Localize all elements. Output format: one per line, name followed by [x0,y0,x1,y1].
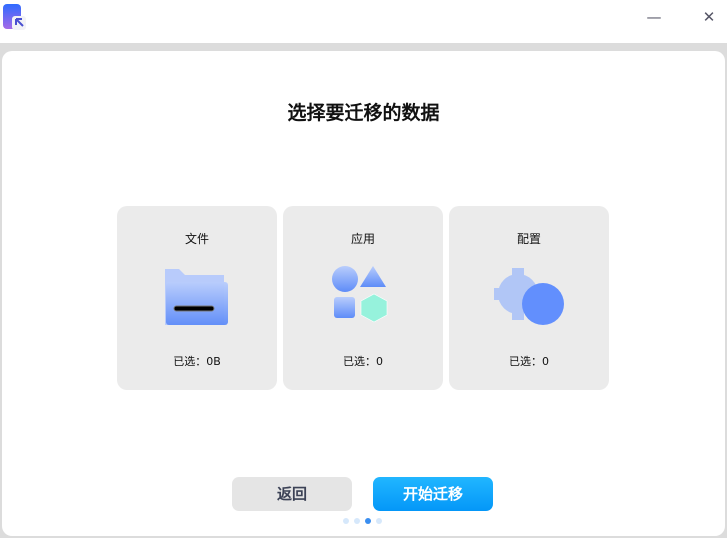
title-bar: — ✕ [0,0,727,43]
folder-icon [165,269,228,325]
page-dot-active [365,518,371,524]
minimize-button[interactable]: — [642,8,666,28]
back-button[interactable]: 返回 [232,477,352,511]
selected-count: 已选：0 [343,355,383,368]
page-dot [376,518,382,524]
start-migration-button[interactable]: 开始迁移 [373,477,493,511]
card-apps[interactable]: 应用 已选：0 [283,206,443,390]
card-label: 配置 [516,232,541,246]
page-dot [343,518,349,524]
card-files[interactable]: 文件 已选：0B [117,206,277,390]
card-label: 文件 [184,232,209,246]
close-button[interactable]: ✕ [697,8,721,28]
page-dot [354,518,360,524]
selected-count: 已选：0 [509,355,549,368]
main-panel: 选择要迁移的数据 文件 已选：0B 应用 已选：0 配置 已选：0 返回 开始迁… [2,51,725,536]
apps-icon [332,266,388,323]
selected-count: 已选：0B [173,355,221,368]
card-settings[interactable]: 配置 已选：0 [449,206,609,390]
page-title: 选择要迁移的数据 [287,102,440,124]
app-logo-icon [3,4,26,30]
card-label: 应用 [350,232,375,246]
settings-icon [494,268,564,325]
page-indicator [343,518,382,524]
